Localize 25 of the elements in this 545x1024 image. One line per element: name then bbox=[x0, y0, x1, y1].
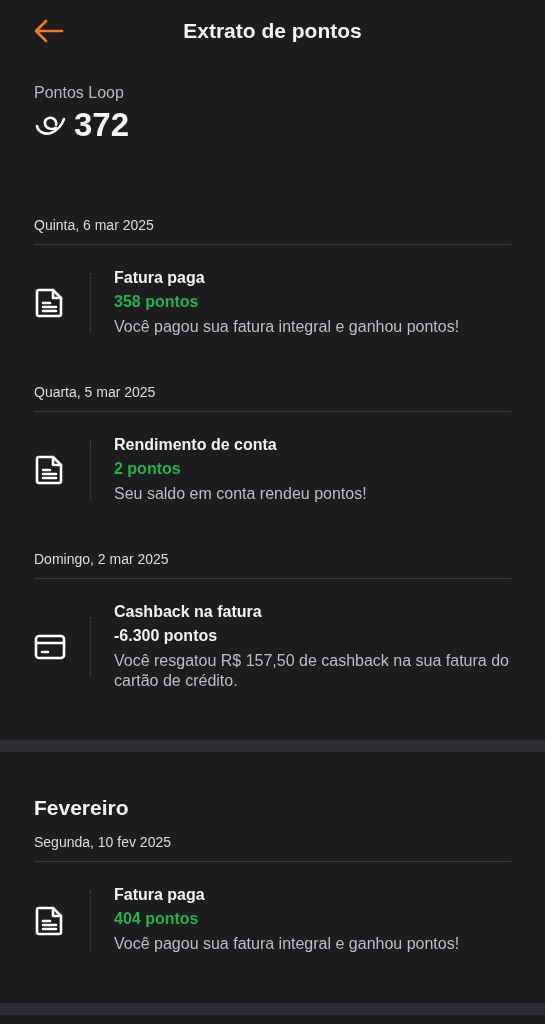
document-icon bbox=[35, 454, 65, 487]
points-amount: -6.300 pontos bbox=[114, 626, 219, 645]
document-icon bbox=[35, 904, 65, 937]
date-heading: Quinta, 6 mar 2025 bbox=[34, 217, 154, 233]
credit-card-icon bbox=[34, 633, 66, 662]
points-amount: 404 pontos bbox=[114, 910, 200, 929]
points-amount: 2 pontos bbox=[114, 459, 182, 478]
page-title: Extrato de pontos bbox=[183, 19, 362, 43]
entry-title: Fatura paga bbox=[114, 886, 206, 905]
balance-label: Pontos Loop bbox=[34, 84, 124, 102]
entry-description: Seu saldo em conta rendeu pontos! bbox=[114, 483, 367, 504]
entry-description: Você pagou sua fatura integral e ganhou pontos! bbox=[114, 934, 460, 955]
month-heading: Fevereiro bbox=[34, 796, 130, 821]
document-icon bbox=[35, 287, 65, 320]
points-amount: 358 pontos bbox=[114, 293, 200, 311]
entry-description: Você resgatou R$ 157,50 de cashback na sua fatura do cartão de crédito. bbox=[114, 650, 510, 692]
date-heading: Domingo, 2 mar 2025 bbox=[34, 550, 169, 567]
back-button[interactable] bbox=[34, 19, 64, 43]
points-balance: 372 bbox=[74, 108, 130, 141]
entry-description: Você pagou sua fatura integral e ganhou pontos! bbox=[114, 317, 460, 337]
entry-title: Cashback na fatura bbox=[114, 602, 263, 621]
date-heading: Quarta, 5 mar 2025 bbox=[34, 383, 156, 400]
date-heading: Segunda, 10 fev 2025 bbox=[34, 834, 171, 851]
entry-title: Fatura paga bbox=[114, 269, 206, 287]
entry-title: Rendimento de conta bbox=[114, 435, 278, 454]
